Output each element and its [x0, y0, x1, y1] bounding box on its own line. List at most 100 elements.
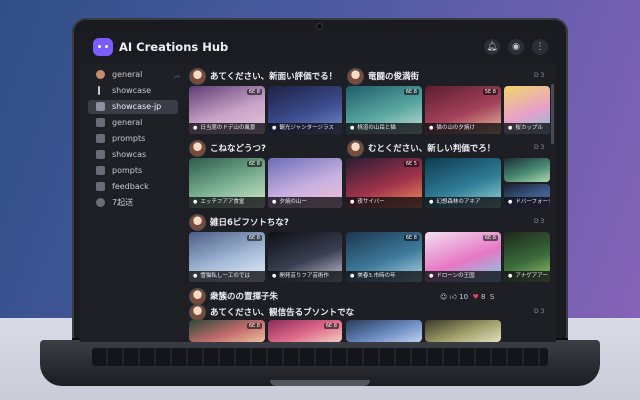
image-caption: 夜サイバー — [346, 197, 422, 208]
image-thumbnail[interactable] — [504, 158, 550, 182]
channel-icon — [98, 86, 100, 95]
image-thumbnail[interactable] — [346, 320, 422, 342]
image-caption: 猫の山の夕焼け — [425, 123, 501, 134]
trackpad-notch — [270, 380, 370, 386]
bell-icon[interactable]: 🔔︎ — [484, 39, 500, 55]
image-caption: 夕焼の山ー — [268, 197, 342, 208]
image-thumbnail[interactable] — [425, 320, 501, 342]
post-badge: D 3 — [534, 144, 545, 151]
app-window: AI Creations Hub 🔔︎ ◉ ⋮ general ︿ showca… — [80, 30, 556, 342]
sidebar-item-general-2[interactable]: general — [88, 116, 178, 130]
image-thumbnail[interactable]: 6E 8 エッチフアア食堂 — [189, 158, 265, 208]
group-icon — [96, 198, 105, 207]
channel-icon — [96, 134, 105, 143]
image-caption: 桜カップル — [504, 123, 550, 134]
image-caption: アナゲアアー — [504, 271, 550, 282]
avatar[interactable] — [189, 140, 206, 157]
image-thumbnail[interactable]: 開発芸りフア芸術作 — [268, 232, 342, 282]
image-thumbnail[interactable]: 夕焼の山ー — [268, 158, 342, 208]
sidebar-item-showcas[interactable]: showcas — [88, 148, 178, 162]
post-title: 竜闘の俊満街 — [368, 72, 420, 82]
sidebar-item-group[interactable]: 7起送 — [88, 196, 178, 210]
image-thumbnail[interactable]: 6E 5 夜サイバー — [346, 158, 422, 208]
image-caption: 幻想森林のアネア — [425, 197, 501, 208]
channel-icon — [96, 166, 105, 175]
image-caption: 観光ジャンタージラス — [268, 123, 342, 134]
discord-logo-icon — [93, 38, 113, 56]
reaction-count: S — [489, 293, 495, 301]
avatar[interactable] — [189, 214, 206, 231]
like-icon[interactable]: 👍︎ — [450, 293, 457, 301]
reaction-count: 10 — [459, 293, 469, 301]
thumbnail-art — [346, 320, 422, 342]
image-tag: 6E 8 — [323, 323, 339, 329]
top-bar: AI Creations Hub 🔔︎ ◉ ⋮ — [80, 30, 556, 65]
emoji-icon[interactable]: ☺ — [440, 293, 447, 301]
heart-icon[interactable]: ♥ — [472, 293, 478, 301]
channel-icon — [96, 150, 105, 159]
message-feed: あてください、新面い評価でる！ 6E 8 日当席のドデ山の風景 観光ジャンタージ… — [180, 64, 556, 342]
channel-icon — [96, 118, 105, 127]
keyboard — [92, 348, 548, 366]
image-icon — [96, 102, 105, 111]
image-thumbnail[interactable]: 桜カップル — [504, 86, 550, 134]
sidebar-item-showcase[interactable]: showcase — [88, 84, 178, 98]
image-thumbnail[interactable]: ドバーフォーク — [504, 184, 550, 208]
image-thumbnail[interactable]: 観光ジャンタージラス — [268, 86, 342, 134]
image-tag: 6E 8 — [403, 235, 419, 241]
thumbnail-art — [504, 158, 550, 182]
avatar[interactable] — [347, 140, 364, 157]
channel-icon — [96, 182, 105, 191]
sidebar-item-pompts[interactable]: pompts — [88, 164, 178, 178]
image-thumbnail[interactable]: アナゲアアー — [504, 232, 550, 282]
user-icon[interactable]: ◉ — [508, 39, 524, 55]
image-caption: エッチフアア食堂 — [189, 197, 265, 208]
image-tag: 6E 5 — [403, 161, 419, 167]
image-tag: 6E 8 — [246, 235, 262, 241]
avatar-icon — [96, 70, 105, 79]
sidebar-item-general[interactable]: general ︿ — [88, 68, 181, 82]
post-badge: D 3 — [534, 72, 545, 79]
image-thumbnail[interactable]: 6E 8 桃道の山岳と猫 — [346, 86, 422, 134]
image-thumbnail[interactable]: 6E 8 ドローンの王国 — [425, 232, 501, 282]
thumbnail-art — [425, 320, 501, 342]
image-thumbnail[interactable]: 5E 8 猫の山の夕焼け — [425, 86, 501, 134]
image-tag: 6E 8 — [482, 235, 498, 241]
post-title: あてください、新面い評価でる！ — [210, 72, 338, 82]
avatar[interactable] — [189, 304, 206, 321]
image-caption: 桃道の山岳と猫 — [346, 123, 422, 134]
avatar[interactable] — [189, 68, 206, 85]
avatar[interactable] — [347, 68, 364, 85]
sidebar-item-prompts[interactable]: prompts — [88, 132, 178, 146]
scrollbar[interactable] — [551, 84, 554, 144]
image-thumbnail[interactable]: 幻想森林のアネア — [425, 158, 501, 208]
sidebar: general ︿ showcase showcase-jp general p… — [80, 64, 181, 342]
post-badge: D 3 — [534, 218, 545, 225]
avatar[interactable] — [189, 288, 206, 305]
sidebar-item-showcase-jp[interactable]: showcase-jp — [88, 100, 178, 114]
post-title: 雑日6ビフソトちな? — [210, 218, 289, 228]
reaction-count: 8 — [481, 293, 486, 301]
image-caption: ドローンの王国 — [425, 271, 501, 282]
reaction-bar[interactable]: ☺ 👍︎ 10 ♥ 8 S — [440, 292, 494, 301]
image-thumbnail[interactable]: 6E 8 美春3.市時の年 — [346, 232, 422, 282]
image-caption: 美春3.市時の年 — [346, 271, 422, 282]
post-badge: D 3 — [534, 308, 545, 315]
sidebar-item-feedback[interactable]: feedback — [88, 180, 178, 194]
image-tag: 6E 8 — [403, 89, 419, 95]
post-title: あてください、観信告るブソントでな — [210, 308, 355, 318]
webcam — [316, 23, 323, 30]
app-title: AI Creations Hub — [119, 40, 229, 54]
post-title: むとください、新しい判価でろ！ — [368, 144, 496, 154]
image-tag: 5E 8 — [482, 89, 498, 95]
image-caption: 雪猫私し一工のでは — [189, 271, 265, 282]
image-tag: 6E 8 — [246, 161, 262, 167]
more-icon[interactable]: ⋮ — [532, 39, 548, 55]
image-tag: 6E 8 — [246, 89, 262, 95]
image-thumbnail[interactable]: 6E 8 雪猫私し一工のでは — [189, 232, 265, 282]
image-thumbnail[interactable]: 6E 8 日当席のドデ山の風景 — [189, 86, 265, 134]
post-title: 衆簇のの置揮子朱 — [210, 292, 279, 302]
image-thumbnail[interactable]: 6E 8 — [268, 320, 342, 342]
image-thumbnail[interactable]: 6E 8 — [189, 320, 265, 342]
image-caption: ドバーフォーク — [504, 197, 550, 208]
